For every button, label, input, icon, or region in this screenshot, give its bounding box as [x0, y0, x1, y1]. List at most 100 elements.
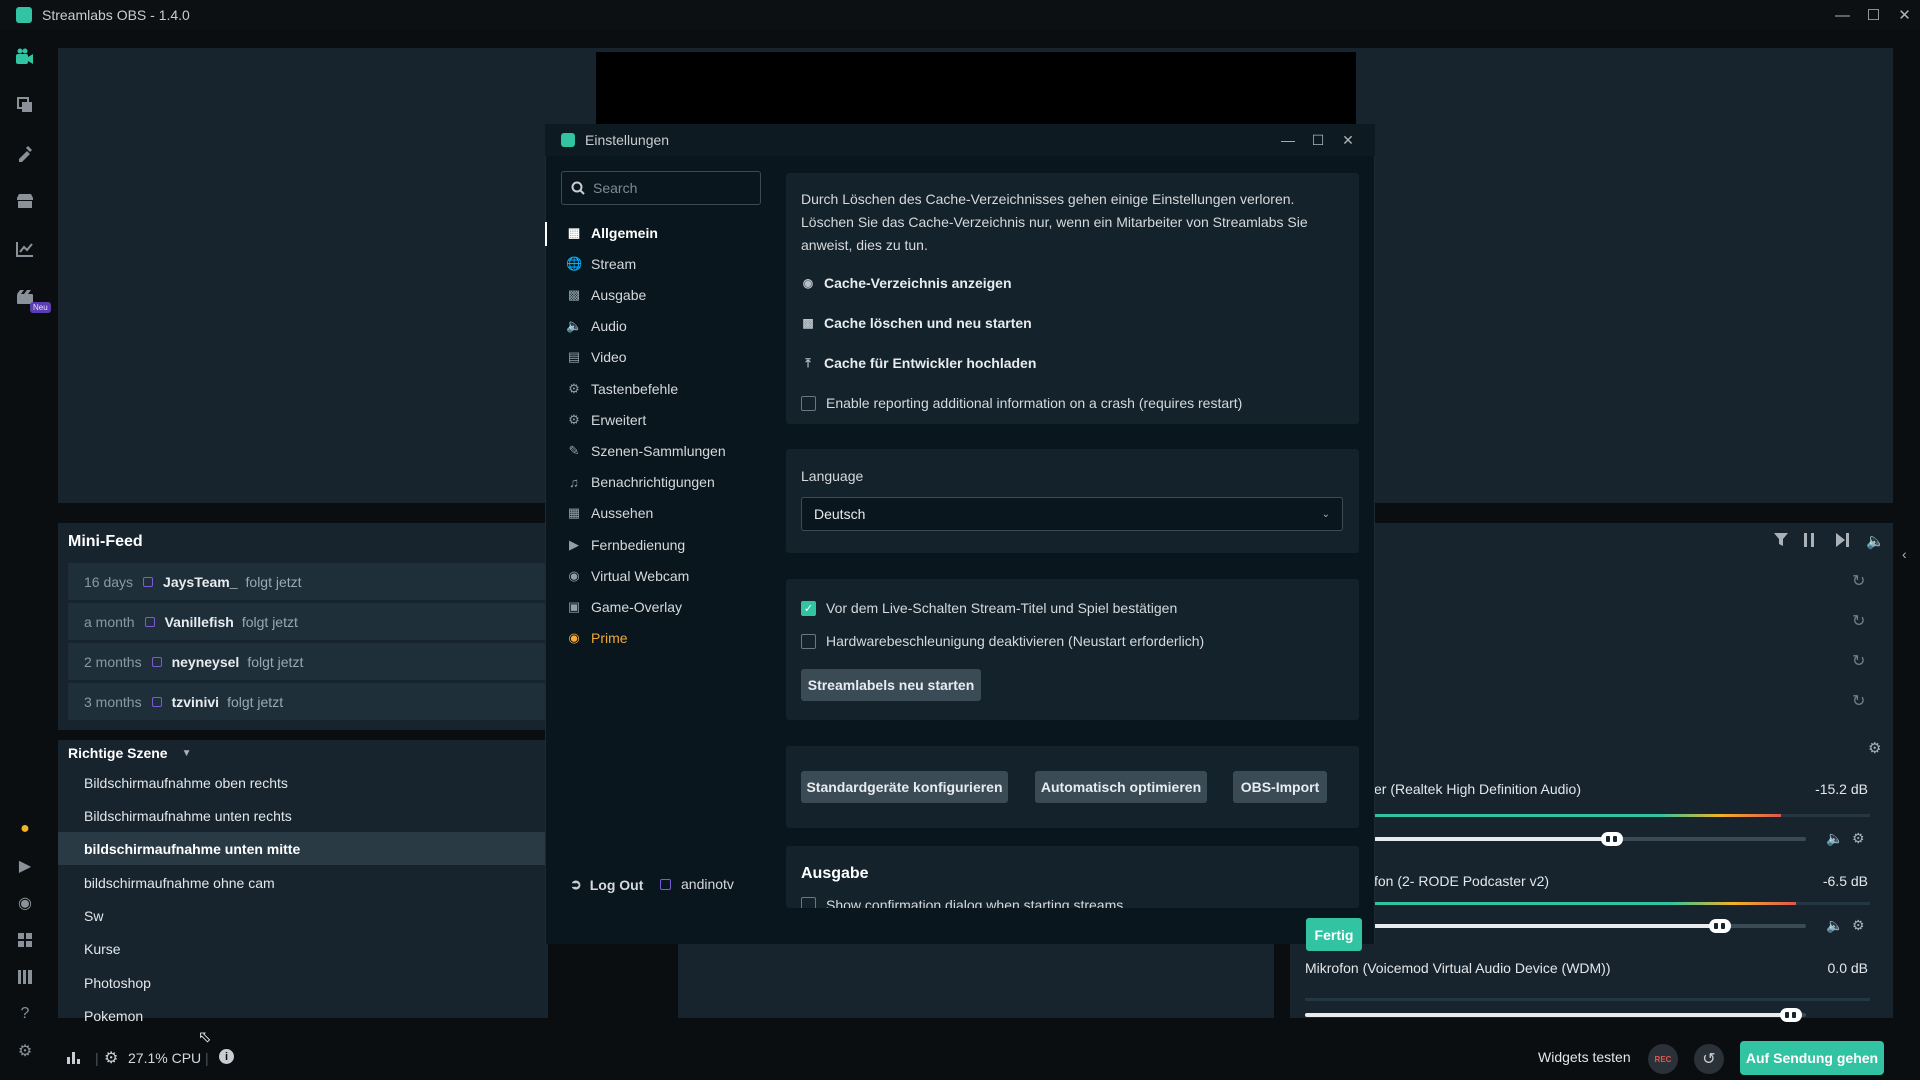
settings-nav-stream[interactable]: 🌐 Stream	[566, 251, 636, 277]
crash-reporting-option[interactable]: Enable reporting additional information …	[801, 395, 1242, 411]
left-navigation: Neu ● ▶ ◉ ? ⚙	[0, 30, 52, 1080]
volume-slider[interactable]	[1374, 832, 1806, 846]
confirm-title-checkbox[interactable]: ✓	[801, 600, 816, 616]
crash-reporting-checkbox[interactable]	[801, 395, 816, 411]
mixer-settings-icon[interactable]: ⚙	[1868, 739, 1881, 757]
info-icon[interactable]: i	[219, 1049, 234, 1064]
dialog-close-icon[interactable]: ✕	[1333, 124, 1363, 156]
filter-icon[interactable]	[1774, 533, 1788, 547]
refresh-icon[interactable]: ↻	[1852, 651, 1874, 671]
hw-accel-option[interactable]: Hardwarebeschleunigung deaktivieren (Neu…	[801, 633, 1204, 649]
feed-item: 3 months tzvinivi folgt jetzt	[68, 683, 548, 720]
play-circle-icon[interactable]: ▶	[14, 855, 36, 877]
mute-speaker-icon[interactable]: 🔈	[1826, 830, 1843, 847]
remote-icon: ▶	[569, 537, 579, 552]
logout-button[interactable]: ➲ Log Out	[570, 876, 643, 893]
confirm-start-option[interactable]: Show confirmation dialog when starting s…	[801, 897, 1123, 908]
scene-item[interactable]: Photoshop	[58, 966, 548, 999]
clear-cache-link[interactable]: ▩ Cache löschen und neu starten	[801, 315, 1031, 331]
record-button[interactable]: REC	[1648, 1044, 1678, 1074]
scene-item[interactable]: Pokemon	[58, 999, 548, 1032]
preview-canvas	[596, 52, 1356, 126]
volume-slider-knob[interactable]	[1708, 919, 1731, 933]
settings-search[interactable]	[561, 171, 761, 205]
dialog-maximize-icon[interactable]: ☐	[1303, 124, 1333, 156]
performance-chart-icon[interactable]	[66, 1049, 82, 1065]
scene-item[interactable]: bildschirmaufnahme ohne cam	[58, 866, 548, 899]
volume-icon[interactable]: 🔈	[1866, 532, 1885, 550]
scene-item[interactable]: Sw	[58, 899, 548, 932]
language-select[interactable]: Deutsch ⌄	[801, 497, 1343, 531]
confirm-start-checkbox[interactable]	[801, 897, 816, 908]
show-cache-link[interactable]: ◉ Cache-Verzeichnis anzeigen	[801, 275, 1012, 291]
channel-settings-icon[interactable]: ⚙	[1852, 917, 1865, 934]
refresh-icon[interactable]: ↻	[1852, 611, 1874, 631]
settings-nav-erweitert[interactable]: ⚙ Erweitert	[566, 407, 646, 433]
confirm-title-option[interactable]: ✓ Vor dem Live-Schalten Stream-Titel und …	[801, 600, 1177, 616]
settings-nav-prime[interactable]: ◉ Prime	[566, 625, 627, 651]
chat-icon[interactable]: ◉	[14, 892, 36, 914]
settings-nav-audio[interactable]: 🔈 Audio	[566, 313, 627, 339]
settings-nav-benachrichtigungen[interactable]: ♫ Benachrichtigungen	[566, 469, 715, 495]
layout-icon[interactable]	[14, 94, 36, 116]
replay-buffer-icon[interactable]: ↺	[1694, 1044, 1724, 1074]
obs-import-button[interactable]: OBS-Import	[1233, 771, 1327, 803]
audio-mixer-panel	[1290, 523, 1893, 1018]
store-icon[interactable]	[14, 190, 36, 212]
settings-gear-icon[interactable]: ⚙	[14, 1040, 36, 1062]
account-name: andinotv	[660, 876, 734, 892]
twitch-icon	[151, 696, 162, 707]
apps-grid-icon[interactable]	[14, 929, 36, 951]
scene-item[interactable]: Bildschirmaufnahme oben rechts	[58, 766, 548, 799]
settings-nav-video[interactable]: ▤ Video	[566, 344, 627, 370]
close-icon[interactable]: ✕	[1889, 0, 1920, 30]
scene-item[interactable]: Bildschirmaufnahme unten rechts	[58, 799, 548, 832]
help-icon[interactable]: ?	[14, 1003, 36, 1025]
minimize-icon[interactable]: —	[1827, 0, 1858, 30]
refresh-icon[interactable]: ↻	[1852, 691, 1874, 711]
volume-slider[interactable]	[1305, 1008, 1806, 1022]
go-live-button[interactable]: Auf Sendung gehen	[1740, 1041, 1884, 1075]
settings-nav-aussehen[interactable]: ▦ Aussehen	[566, 500, 653, 526]
twitch-icon	[143, 576, 154, 587]
restart-streamlabels-button[interactable]: Streamlabels neu starten	[801, 669, 981, 701]
hw-accel-checkbox[interactable]	[801, 633, 816, 649]
editor-camera-icon[interactable]	[14, 46, 36, 68]
upload-cache-link[interactable]: ⤒ Cache für Entwickler hochladen	[801, 355, 1036, 371]
settings-nav-game-overlay[interactable]: ▣ Game-Overlay	[566, 594, 682, 620]
search-input[interactable]	[593, 180, 743, 196]
auto-optimize-button[interactable]: Automatisch optimieren	[1035, 771, 1207, 803]
scene-item[interactable]: Kurse	[58, 932, 548, 965]
settings-nav-allgemein[interactable]: ▦ Allgemein	[566, 220, 658, 246]
collapse-chevron-icon[interactable]: ‹	[1902, 546, 1907, 562]
volume-slider[interactable]	[1374, 919, 1806, 933]
configure-devices-button[interactable]: Standardgeräte konfigurieren	[801, 771, 1008, 803]
keyboard-icon: ⚙	[568, 381, 580, 396]
bell-icon: ♫	[569, 474, 579, 490]
done-button[interactable]: Fertig	[1306, 918, 1362, 951]
volume-slider-knob[interactable]	[1600, 832, 1623, 846]
settings-nav-virtual-webcam[interactable]: ◉ Virtual Webcam	[566, 563, 689, 589]
volume-slider-knob[interactable]	[1779, 1008, 1802, 1022]
skip-icon[interactable]	[1836, 533, 1850, 547]
refresh-icon[interactable]: ↻	[1852, 571, 1874, 591]
mute-speaker-icon[interactable]: 🔈	[1826, 917, 1843, 934]
themes-icon[interactable]	[14, 142, 36, 164]
prime-icon: ◉	[568, 630, 580, 645]
pause-icon[interactable]	[1803, 533, 1815, 547]
studio-mode-icon[interactable]	[14, 966, 36, 988]
mixer-channel-name: er (Realtek High Definition Audio)	[1374, 781, 1581, 797]
settings-nav-szenen-sammlungen[interactable]: ✎ Szenen-Sammlungen	[566, 438, 726, 464]
settings-nav-tastenbefehle[interactable]: ⚙ Tastenbefehle	[566, 376, 678, 402]
test-widgets-button[interactable]: Widgets testen	[1538, 1049, 1631, 1065]
scene-collection-selector[interactable]: Richtige Szene ▼	[68, 745, 192, 761]
channel-settings-icon[interactable]: ⚙	[1852, 830, 1865, 847]
scene-item[interactable]: bildschirmaufnahme unten mitte	[58, 832, 548, 865]
maximize-icon[interactable]: ☐	[1858, 0, 1889, 30]
dialog-minimize-icon[interactable]: —	[1273, 124, 1303, 156]
settings-nav-ausgabe[interactable]: ▩ Ausgabe	[566, 282, 646, 308]
dashboard-chart-icon[interactable]	[14, 238, 36, 260]
prime-coin-icon[interactable]: ●	[14, 818, 36, 840]
mixer-channel-name: fon (2- RODE Podcaster v2)	[1374, 873, 1550, 889]
settings-nav-fernbedienung[interactable]: ▶ Fernbedienung	[566, 532, 685, 558]
